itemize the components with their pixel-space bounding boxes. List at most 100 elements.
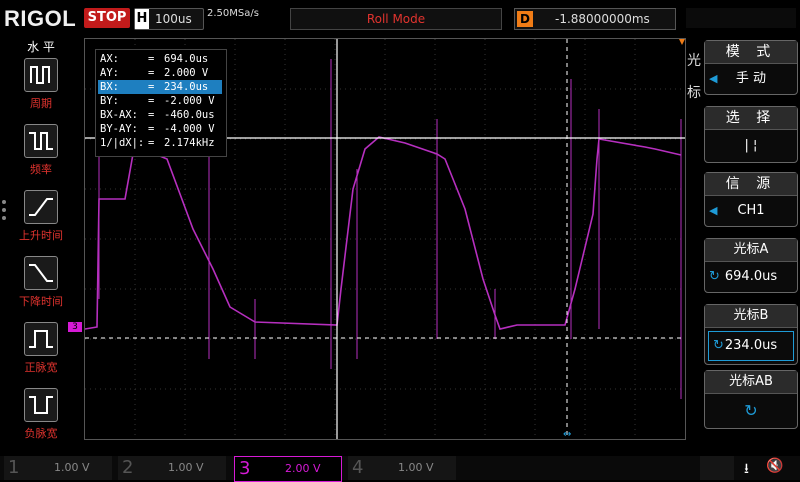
- menu-item-label: 下降时间: [19, 295, 63, 308]
- readout-value: 234.0us: [164, 81, 209, 93]
- knob-icon: ↻: [713, 338, 724, 353]
- menu-item-label: 周期: [30, 97, 52, 110]
- readout-label: BY:: [100, 95, 119, 107]
- cursor-a-label: 光标A: [705, 239, 797, 262]
- usb-icon: ⭳: [744, 461, 749, 477]
- frequency-icon: [24, 124, 58, 158]
- readout-value: -2.000 V: [164, 95, 215, 107]
- channel-3-offset-marker[interactable]: 3: [68, 322, 82, 332]
- channel-4-tab[interactable]: 4 1.00 V: [348, 456, 456, 480]
- menu-item-label: 上升时间: [19, 229, 63, 242]
- cursor-b-value-row: ↻ 234.0us: [708, 331, 794, 361]
- period-icon: [24, 58, 58, 92]
- readout-label: BX:: [100, 81, 119, 93]
- readout-row: BX-AX: = -460.0us: [98, 108, 222, 122]
- readout-eq: =: [148, 123, 155, 135]
- menu-item-negative-width[interactable]: 负脉宽: [0, 388, 82, 441]
- cursor-b-arrow-marker: ↔: [563, 429, 571, 439]
- status-area: [700, 456, 734, 480]
- readout-value: -460.0us: [164, 109, 215, 121]
- readout-eq: =: [148, 53, 155, 65]
- menu-item-period[interactable]: 周期: [0, 58, 82, 111]
- readout-row-selected: BX: = 234.0us: [98, 80, 222, 94]
- sample-rate: 2.50MSa/s: [207, 8, 259, 19]
- source-value: CH1: [737, 203, 765, 218]
- cursor-menu-title-2: 标: [687, 85, 701, 101]
- select-softkey[interactable]: 选 择 | ¦: [704, 106, 798, 163]
- cursor-readout-panel: AX: = 694.0us AY: = 2.000 V BX: = 234.0u…: [95, 49, 227, 157]
- rise-time-icon: [24, 190, 58, 224]
- readout-label: AX:: [100, 53, 119, 65]
- cursor-b-value: 234.0us: [724, 338, 778, 353]
- source-softkey[interactable]: 信 源 ◀ CH1: [704, 172, 798, 227]
- readout-row: AY: = 2.000 V: [98, 66, 222, 80]
- cursor-b-softkey[interactable]: 光标B ↻ 234.0us: [704, 304, 798, 365]
- channel-number: 2: [122, 457, 134, 478]
- readout-eq: =: [148, 137, 155, 149]
- fall-time-icon: [24, 256, 58, 290]
- channel-scale: 2.00 V: [285, 462, 321, 475]
- delay-display[interactable]: D -1.88000000ms: [514, 8, 676, 30]
- channel-3-tab[interactable]: 3 2.00 V: [234, 456, 342, 482]
- channel-scale: 1.00 V: [398, 461, 434, 474]
- knob-icon: ↻: [709, 269, 720, 284]
- channel-1-tab[interactable]: 1 1.00 V: [4, 456, 112, 480]
- readout-label: AY:: [100, 67, 119, 79]
- horizontal-menu-title: 水 平: [27, 40, 55, 54]
- menu-item-label: 正脉宽: [24, 361, 58, 374]
- readout-label: BX-AX:: [100, 109, 138, 121]
- channel-number: 4: [352, 457, 364, 478]
- knob-icon: ↻: [744, 401, 758, 420]
- readout-row: BY: = -2.000 V: [98, 94, 222, 108]
- readout-eq: =: [148, 81, 155, 93]
- select-label: 选 择: [705, 107, 797, 130]
- readout-eq: =: [148, 95, 155, 107]
- channel-number: 1: [8, 457, 20, 478]
- trigger-status-area: [686, 8, 796, 28]
- delay-value: -1.88000000ms: [555, 12, 650, 26]
- channel-3-trace: [84, 136, 682, 330]
- cursor-b-label: 光标B: [705, 305, 797, 328]
- horizontal-menu: 水 平 周期 频率 上升时间 下降时间 正脉宽 负脉宽: [0, 36, 82, 456]
- menu-page-indicator-left: [2, 200, 6, 230]
- readout-label: BY-AY:: [100, 123, 138, 135]
- cursor-ab-value-row: ↻: [705, 394, 797, 428]
- positive-width-icon: [24, 322, 58, 356]
- brand-logo: RIGOL: [4, 6, 77, 31]
- left-arrow-icon: ◀: [709, 72, 718, 85]
- cursor-a-value: 694.0us: [724, 269, 778, 284]
- readout-row: 1/|dX|: = 2.174kHz: [98, 136, 222, 150]
- readout-row: AX: = 694.0us: [98, 52, 222, 66]
- timebase-display[interactable]: H 100us: [134, 8, 204, 30]
- channel-scale: 1.00 V: [54, 461, 90, 474]
- negative-width-icon: [24, 388, 58, 422]
- mode-softkey[interactable]: 模 式 ◀ 手 动: [704, 40, 798, 95]
- source-label: 信 源: [705, 173, 797, 196]
- menu-item-frequency[interactable]: 频率: [0, 124, 82, 177]
- readout-label: 1/|dX|:: [100, 137, 145, 149]
- readout-eq: =: [148, 67, 155, 79]
- menu-item-fall-time[interactable]: 下降时间: [0, 256, 82, 309]
- cursor-ab-softkey[interactable]: 光标AB ↻: [704, 370, 798, 429]
- mode-value-row: ◀ 手 动: [705, 64, 797, 94]
- sound-muted-icon[interactable]: 🔇: [766, 458, 783, 474]
- menu-item-rise-time[interactable]: 上升时间: [0, 190, 82, 243]
- cursor-a-value-row: ↻ 694.0us: [705, 262, 797, 292]
- source-value-row: ◀ CH1: [705, 196, 797, 226]
- cursor-menu-title-1: 光: [687, 53, 701, 69]
- run-stop-indicator[interactable]: STOP: [84, 8, 130, 28]
- acquisition-mode: Roll Mode: [290, 8, 502, 30]
- mode-label: 模 式: [705, 41, 797, 64]
- readout-value: 694.0us: [164, 53, 209, 65]
- timebase-key: H: [135, 9, 149, 29]
- cursor-a-softkey[interactable]: 光标A ↻ 694.0us: [704, 238, 798, 293]
- readout-value: 2.174kHz: [164, 137, 215, 149]
- channel-2-tab[interactable]: 2 1.00 V: [118, 456, 226, 480]
- timebase-value: 100us: [155, 12, 192, 26]
- readout-value: -4.000 V: [164, 123, 215, 135]
- readout-row: BY-AY: = -4.000 V: [98, 122, 222, 136]
- readout-eq: =: [148, 109, 155, 121]
- left-arrow-icon: ◀: [709, 204, 718, 217]
- channel-number: 3: [239, 458, 251, 479]
- trigger-position-marker: [679, 39, 685, 45]
